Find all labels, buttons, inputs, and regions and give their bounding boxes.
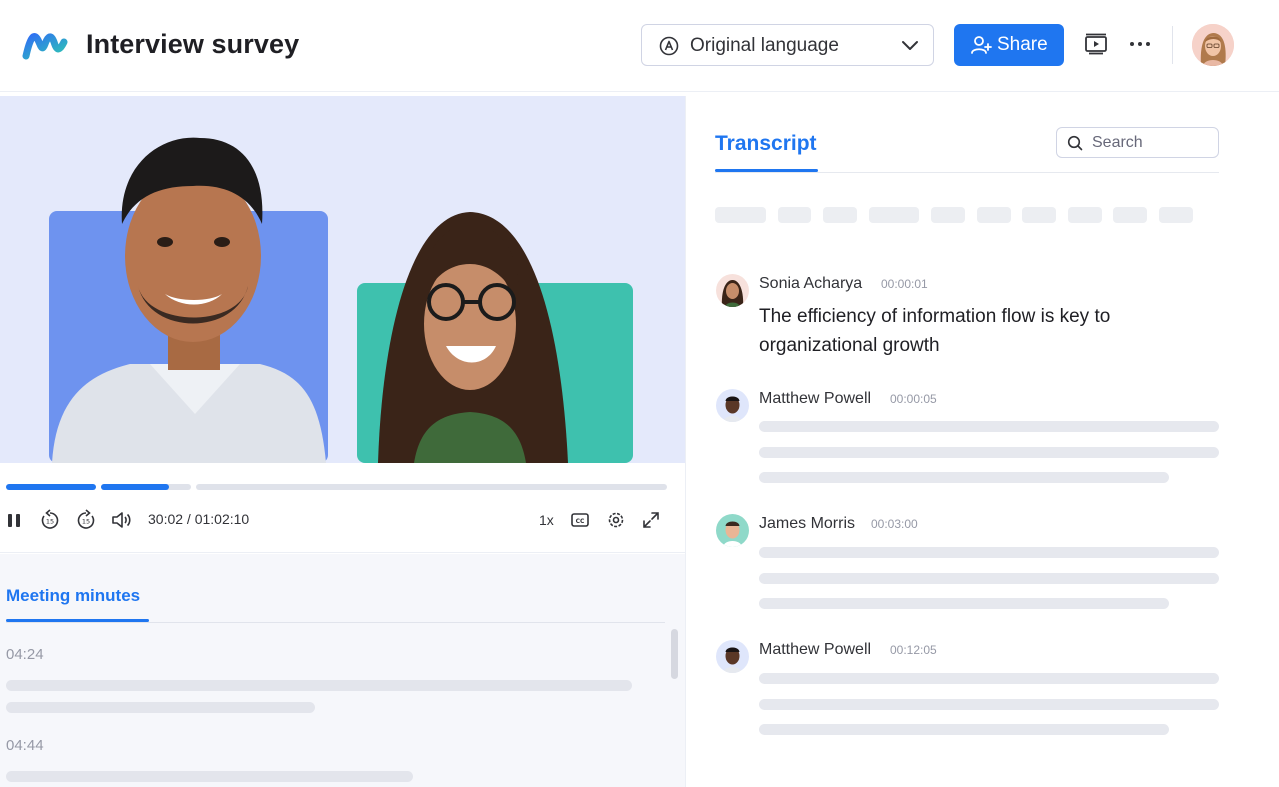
placeholder-chip: [931, 207, 965, 223]
svg-text:CC: CC: [576, 518, 585, 525]
placeholder-chip: [715, 207, 766, 223]
share-button[interactable]: Share: [954, 24, 1064, 66]
placeholder-chip: [1159, 207, 1193, 223]
forward-15-icon[interactable]: 15: [76, 509, 96, 531]
tab-divider: [6, 622, 665, 623]
tab-divider: [715, 172, 1219, 173]
placeholder-line: [759, 573, 1219, 584]
rewind-15-icon[interactable]: 15: [40, 509, 60, 531]
svg-text:15: 15: [46, 518, 54, 526]
placeholder-chip: [823, 207, 857, 223]
speed-button[interactable]: 1x: [539, 512, 554, 528]
share-button-label: Share: [997, 34, 1048, 55]
speaker-avatar: [716, 640, 749, 673]
chevron-down-icon: [902, 41, 918, 50]
placeholder-line: [759, 598, 1169, 609]
placeholder-line: [759, 699, 1219, 710]
volume-icon[interactable]: [110, 509, 132, 531]
search-placeholder: Search: [1092, 134, 1143, 151]
more-horizontal-icon[interactable]: [1128, 34, 1152, 54]
placeholder-chip: [1068, 207, 1102, 223]
placeholder-line: [6, 702, 315, 713]
speaker-avatar-image: [723, 647, 742, 673]
placeholder-line: [6, 680, 632, 691]
placeholder-line: [759, 421, 1219, 432]
placeholder-line: [759, 547, 1219, 558]
placeholder-chip: [1113, 207, 1147, 223]
tab-meeting-minutes[interactable]: Meeting minutes: [6, 586, 140, 606]
speaker-avatar: [716, 514, 749, 547]
speaker-timestamp[interactable]: 00:03:00: [871, 517, 918, 531]
progress-fill: [101, 484, 169, 490]
placeholder-line: [6, 771, 413, 782]
speaker-name: James Morris: [759, 515, 856, 532]
app-title: Interview survey: [86, 29, 300, 59]
speaker-avatar-image: [723, 396, 742, 422]
speaker-timestamp[interactable]: 00:00:05: [890, 392, 937, 406]
top-bar: Interview survey Original language Share: [0, 0, 1279, 92]
placeholder-line: [759, 673, 1219, 684]
header-divider: [1172, 26, 1173, 64]
placeholder-line: [759, 472, 1169, 483]
placeholder-chip: [977, 207, 1011, 223]
utterance-text: The efficiency of information flow is ke…: [759, 306, 1111, 356]
user-avatar-image: [1192, 24, 1234, 66]
svg-text:15: 15: [82, 518, 90, 526]
user-avatar[interactable]: [1192, 24, 1234, 66]
pause-icon[interactable]: [6, 509, 22, 531]
placeholder-line: [759, 447, 1219, 458]
playback-time: 30:02 / 01:02:10: [148, 511, 249, 527]
speaker-name: Sonia Acharya: [759, 275, 863, 292]
placeholder-line: [759, 724, 1169, 735]
settings-icon[interactable]: [606, 509, 626, 531]
presentation-icon[interactable]: [1084, 33, 1108, 55]
minutes-timestamp[interactable]: 04:24: [6, 646, 44, 663]
fullscreen-icon[interactable]: [642, 509, 660, 531]
progress-remaining[interactable]: [196, 484, 667, 490]
placeholder-chip: [778, 207, 811, 223]
speaker-avatar: [716, 389, 749, 422]
scrollbar[interactable]: [671, 629, 678, 679]
speaker-avatar: [716, 274, 749, 307]
minutes-timestamp[interactable]: 04:44: [6, 737, 44, 754]
search-icon: [1067, 135, 1083, 151]
transcript-search-input[interactable]: Search: [1056, 127, 1219, 158]
duration: 01:02:10: [194, 511, 250, 527]
speaker-avatar-image: [723, 521, 742, 547]
pane-divider: [685, 96, 686, 787]
speaker-avatar-image: [721, 280, 744, 307]
progress-played-1[interactable]: [6, 484, 96, 490]
language-select-value: Original language: [690, 35, 839, 56]
captions-icon[interactable]: CC: [570, 509, 590, 531]
speaker-timestamp[interactable]: 00:12:05: [890, 643, 937, 657]
progress-played-2[interactable]: [101, 484, 191, 490]
video-player[interactable]: [0, 96, 685, 463]
speaker-name: Matthew Powell: [759, 390, 872, 407]
video-frame: [49, 137, 633, 463]
app-logo: [22, 33, 68, 60]
tab-transcript[interactable]: Transcript: [715, 132, 817, 156]
current-time: 30:02: [148, 511, 184, 527]
speaker-name: Matthew Powell: [759, 641, 872, 658]
language-select[interactable]: Original language: [641, 24, 934, 66]
translate-icon: [659, 36, 679, 56]
time-separator: /: [183, 511, 195, 527]
speaker-timestamp[interactable]: 00:00:01: [881, 277, 928, 291]
meeting-minutes-panel: Meeting minutes 04:24 04:44: [0, 554, 685, 787]
player-controls: 15 15 30:02 / 01:02:10 1x CC: [0, 463, 685, 553]
placeholder-chip: [869, 207, 919, 223]
add-person-icon: [971, 36, 992, 54]
placeholder-chip: [1022, 207, 1056, 223]
